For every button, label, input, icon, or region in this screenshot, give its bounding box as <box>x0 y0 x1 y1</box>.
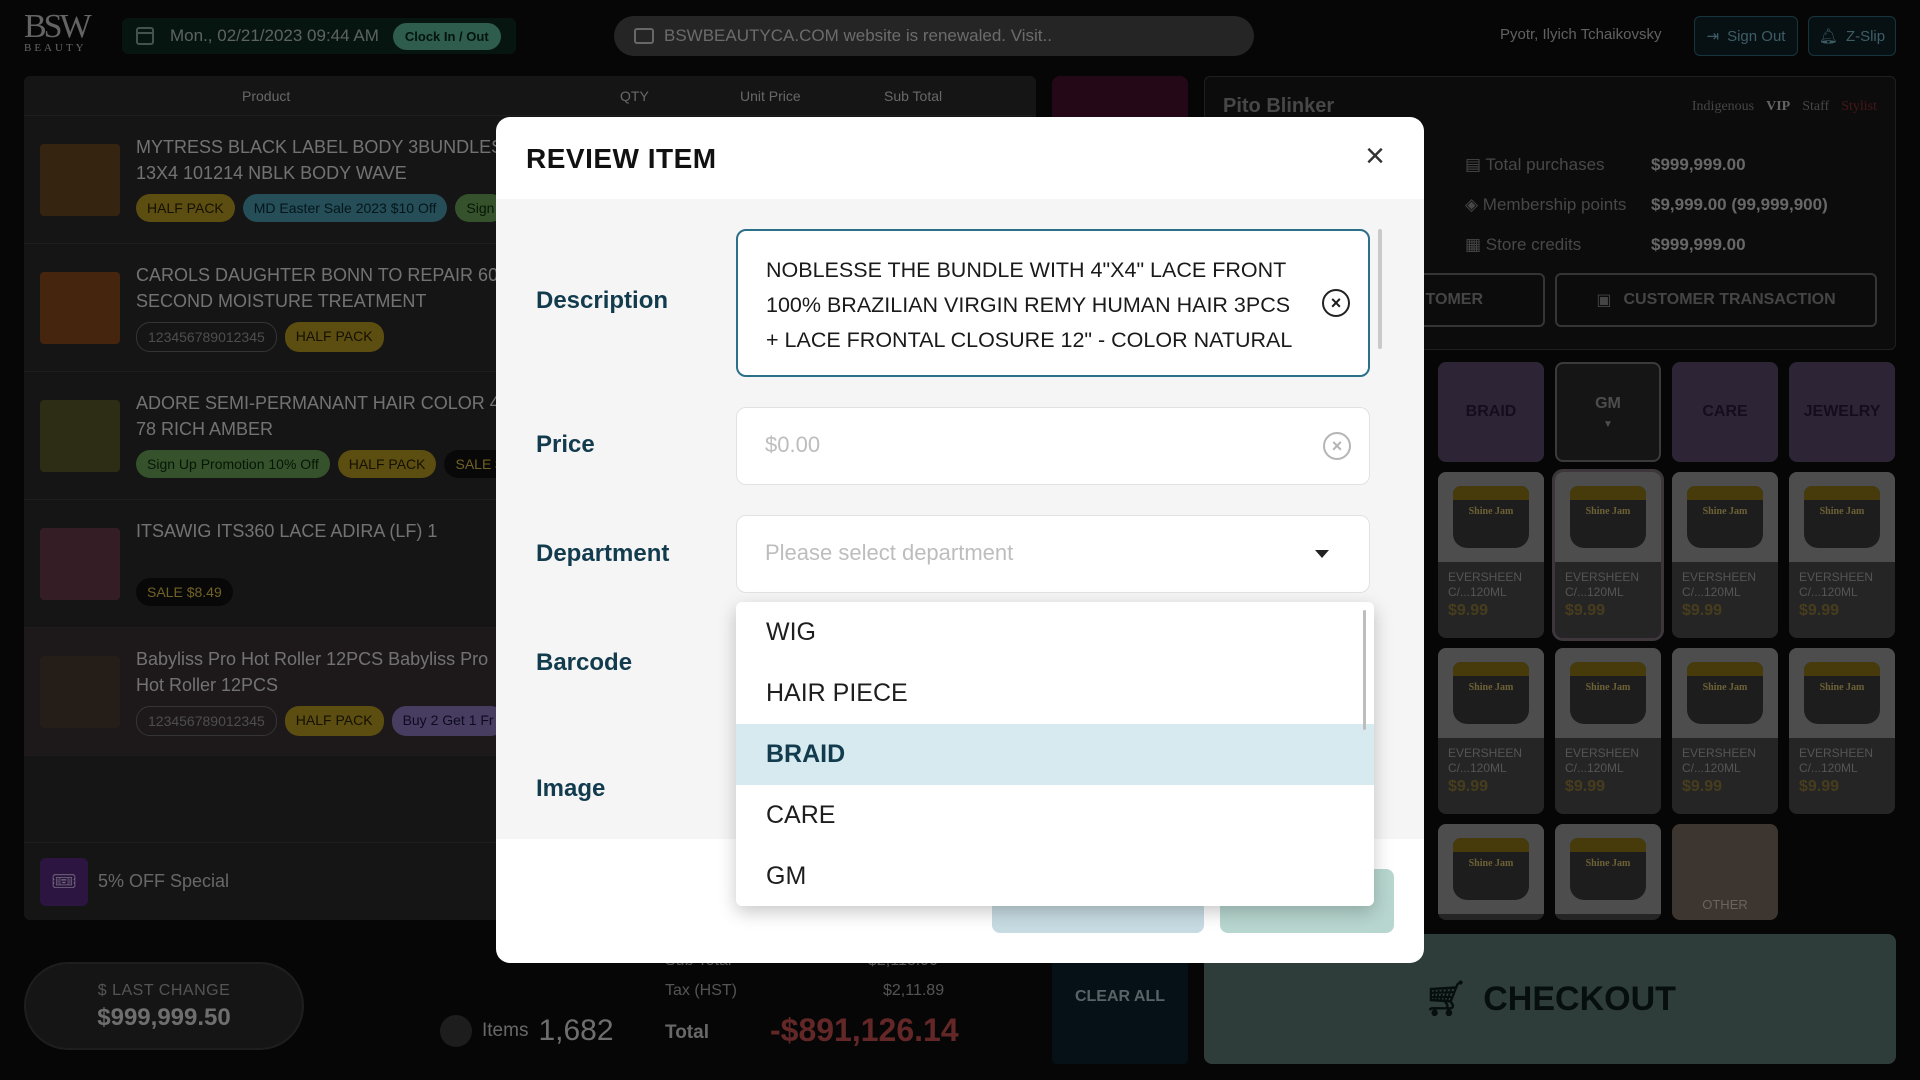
price-field[interactable]: $0.00 × <box>736 407 1370 485</box>
clear-description-icon[interactable]: × <box>1322 289 1350 317</box>
description-value: NOBLESSE THE BUNDLE WITH 4"X4" LACE FRON… <box>766 258 1293 352</box>
department-select[interactable]: Please select department <box>736 515 1370 593</box>
close-icon[interactable]: × <box>1358 139 1392 175</box>
barcode-label: Barcode <box>536 649 633 676</box>
price-label: Price <box>536 431 595 458</box>
description-field[interactable]: NOBLESSE THE BUNDLE WITH 4"X4" LACE FRON… <box>736 229 1370 377</box>
department-option-care[interactable]: CARE <box>736 785 1374 846</box>
dropdown-scrollbar[interactable] <box>1363 610 1366 730</box>
modal-title: REVIEW ITEM <box>526 143 717 174</box>
modal-scrollbar[interactable] <box>1378 229 1382 349</box>
department-option-hair-piece[interactable]: HAIR PIECE <box>736 663 1374 724</box>
department-option-wig[interactable]: WIG <box>736 602 1374 663</box>
department-option-braid[interactable]: BRAID <box>736 724 1374 785</box>
price-placeholder: $0.00 <box>765 432 821 457</box>
image-label: Image <box>536 775 606 802</box>
description-label: Description <box>536 287 669 314</box>
caret-down-icon <box>1315 550 1329 558</box>
department-label: Department <box>536 540 670 567</box>
department-option-gm[interactable]: GM <box>736 846 1374 906</box>
clear-price-icon[interactable]: × <box>1323 432 1351 460</box>
department-dropdown: WIG HAIR PIECE BRAID CARE GM <box>736 602 1374 906</box>
department-placeholder: Please select department <box>765 540 1014 565</box>
